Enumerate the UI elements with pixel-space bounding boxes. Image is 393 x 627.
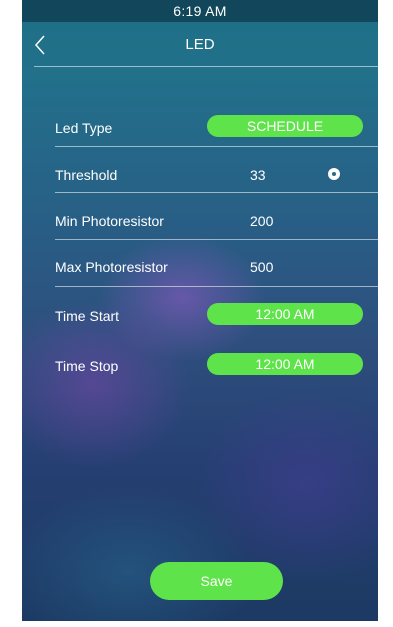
divider bbox=[55, 286, 378, 287]
save-button[interactable]: Save bbox=[150, 562, 283, 600]
time-stop-row: Time Stop 12:00 AM bbox=[22, 351, 378, 381]
threshold-label: Threshold bbox=[55, 167, 118, 183]
page-title: LED bbox=[185, 36, 215, 53]
threshold-value: 33 bbox=[250, 167, 266, 183]
divider bbox=[55, 146, 378, 147]
time-stop-label: Time Stop bbox=[55, 358, 119, 374]
time-stop-picker[interactable]: 12:00 AM bbox=[207, 353, 363, 375]
led-settings-screen: 6:19 AM LED Led Type SCHEDULE Threshold … bbox=[22, 0, 378, 621]
led-type-label: Led Type bbox=[55, 120, 113, 136]
max-photoresistor-value[interactable]: 500 bbox=[250, 259, 273, 275]
header: LED bbox=[22, 22, 378, 66]
divider bbox=[55, 192, 378, 193]
status-time: 6:19 AM bbox=[173, 3, 227, 19]
threshold-radio-icon[interactable] bbox=[328, 168, 340, 180]
time-start-row: Time Start 12:00 AM bbox=[22, 301, 378, 331]
threshold-row: Threshold 33 bbox=[22, 160, 378, 190]
divider bbox=[55, 239, 378, 240]
max-photoresistor-row: Max Photoresistor 500 bbox=[22, 252, 378, 282]
led-type-row: Led Type SCHEDULE bbox=[22, 113, 378, 143]
time-start-label: Time Start bbox=[55, 308, 120, 324]
min-photoresistor-value[interactable]: 200 bbox=[250, 213, 273, 229]
led-type-select[interactable]: SCHEDULE bbox=[207, 115, 363, 137]
min-photoresistor-label: Min Photoresistor bbox=[55, 213, 164, 229]
min-photoresistor-row: Min Photoresistor 200 bbox=[22, 206, 378, 236]
header-divider bbox=[34, 66, 378, 67]
max-photoresistor-label: Max Photoresistor bbox=[55, 259, 168, 275]
time-start-picker[interactable]: 12:00 AM bbox=[207, 303, 363, 325]
status-bar: 6:19 AM bbox=[22, 0, 378, 22]
